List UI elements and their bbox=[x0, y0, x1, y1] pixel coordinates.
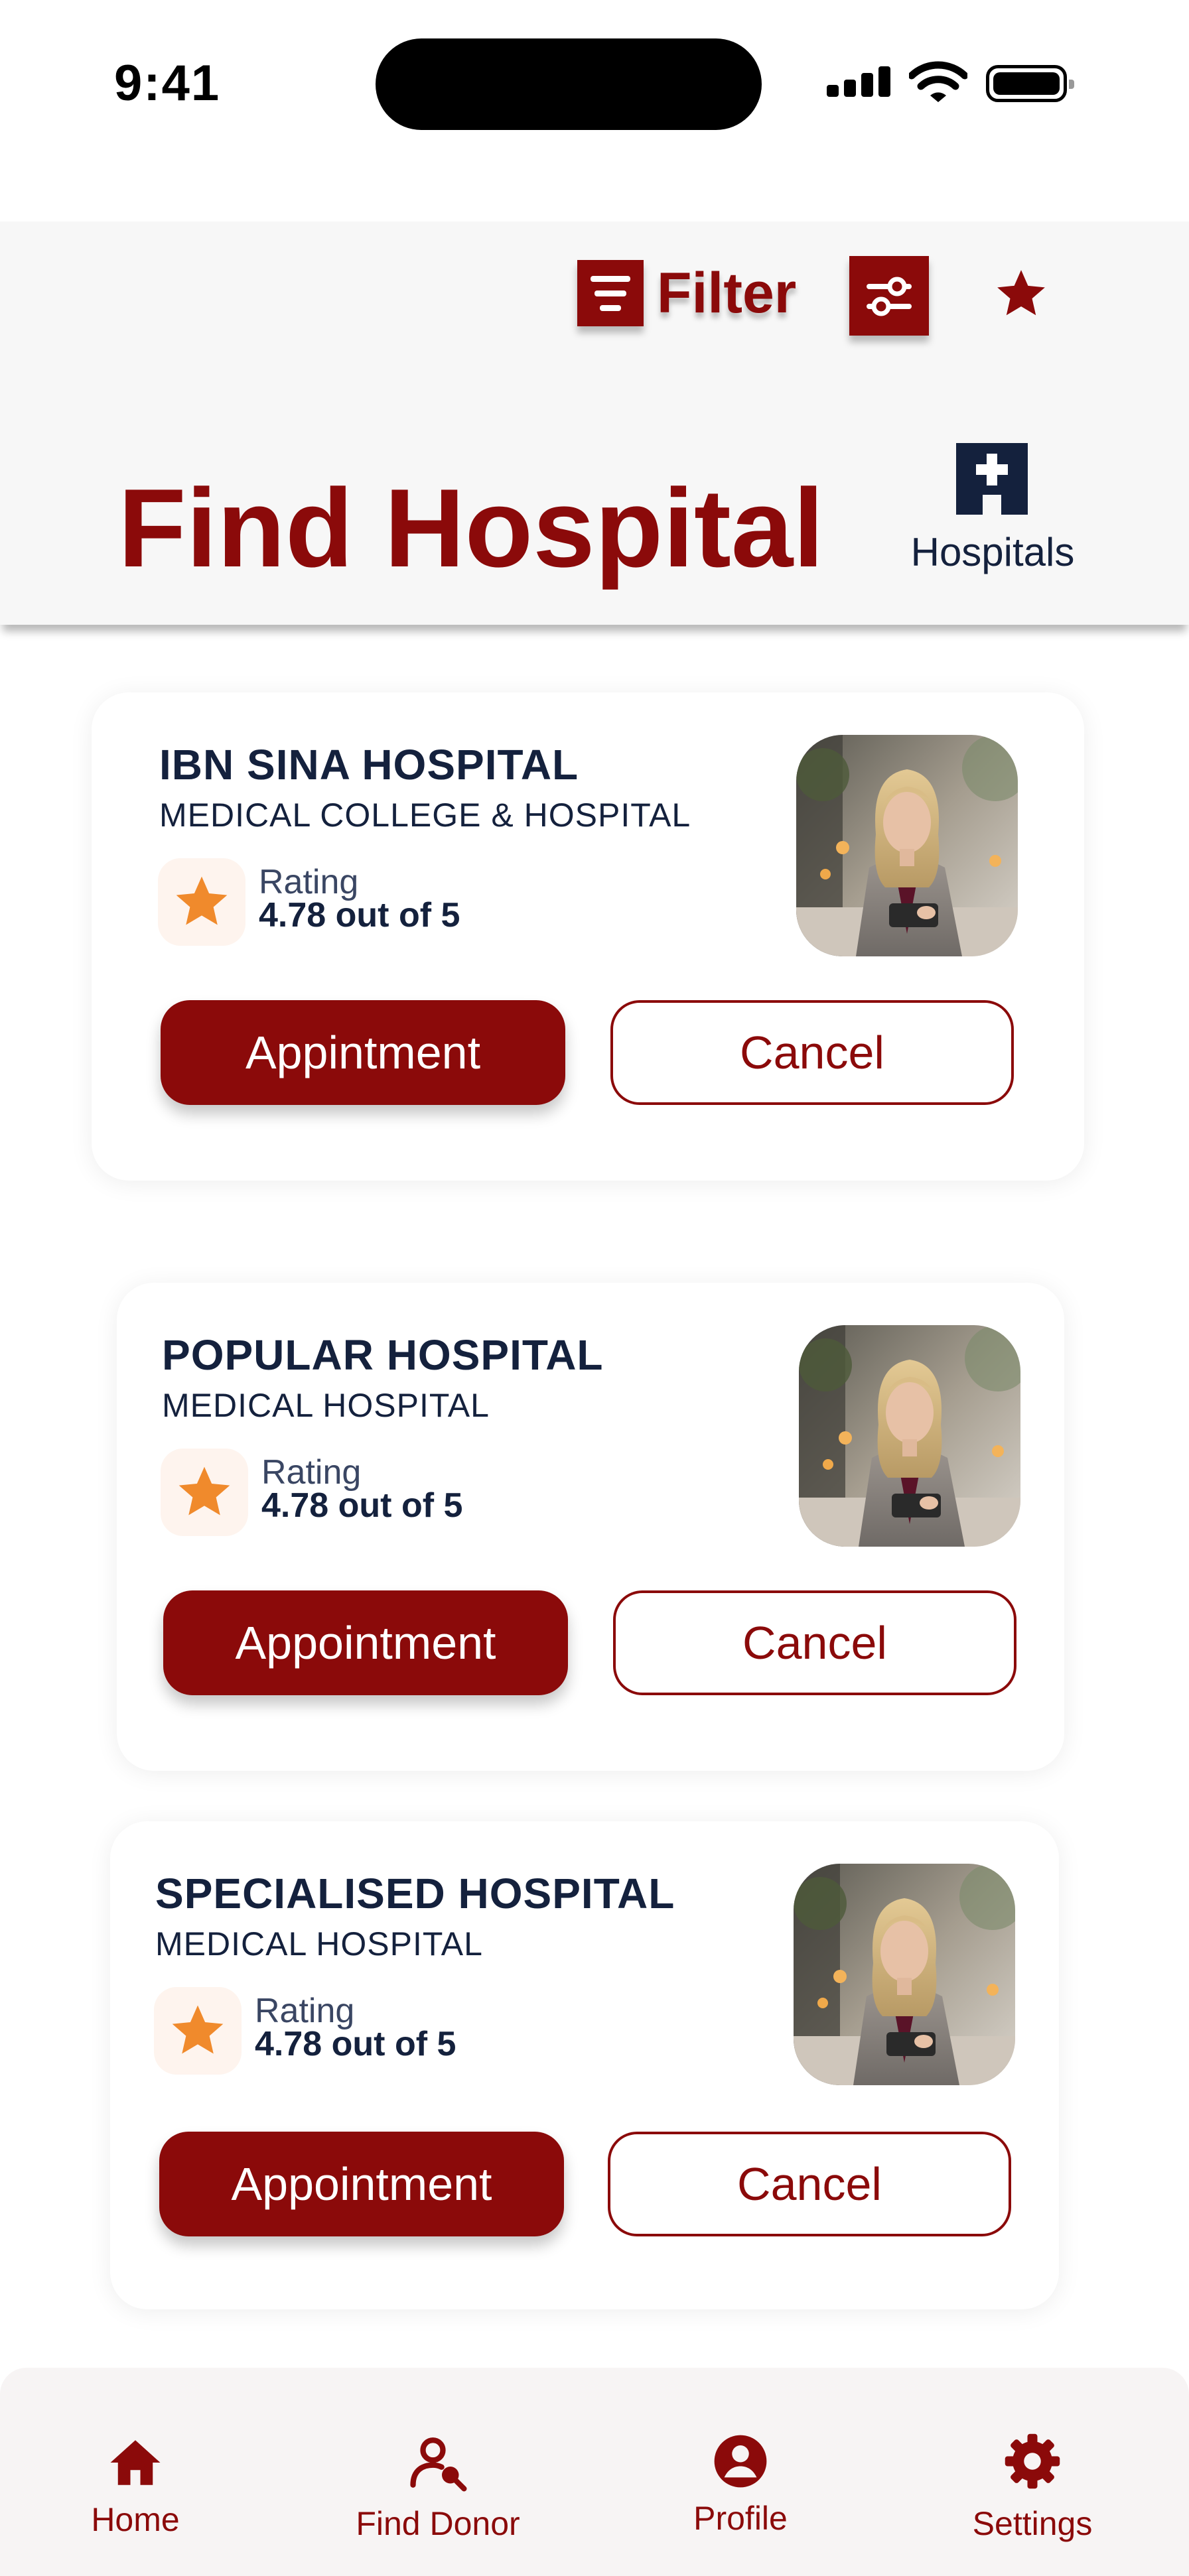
hospital-name: SPECIALISED HOSPITAL bbox=[155, 1870, 675, 1917]
dynamic-island bbox=[376, 38, 762, 130]
status-time: 9:41 bbox=[114, 55, 221, 111]
rating-badge bbox=[158, 858, 245, 946]
filter-label: Filter bbox=[657, 261, 797, 325]
signal-icon bbox=[827, 65, 893, 97]
hospital-card: POPULAR HOSPITAL MEDICAL HOSPITAL Rating… bbox=[117, 1283, 1064, 1771]
hospital-subtitle: MEDICAL COLLEGE & HOSPITAL bbox=[159, 797, 691, 834]
nav-find-donor[interactable]: Find Donor bbox=[338, 2368, 537, 2576]
star-icon bbox=[178, 1466, 230, 1515]
wifi-icon bbox=[909, 61, 967, 102]
nav-label: Profile bbox=[693, 2500, 788, 2537]
hospital-photo bbox=[799, 1325, 1020, 1547]
status-bar: 9:41 bbox=[0, 0, 1189, 172]
appointment-button[interactable]: Appointment bbox=[159, 2132, 564, 2236]
nav-settings[interactable]: Settings bbox=[933, 2368, 1132, 2576]
nav-profile[interactable]: Profile bbox=[641, 2368, 840, 2576]
hospital-card: IBN SINA HOSPITAL MEDICAL COLLEGE & HOSP… bbox=[92, 692, 1084, 1181]
rating-badge bbox=[154, 1987, 242, 2075]
bottom-nav: Home Find Donor Profile Settings bbox=[0, 2368, 1189, 2576]
star-icon bbox=[176, 876, 228, 925]
cancel-button[interactable]: Cancel bbox=[610, 1000, 1014, 1105]
star-icon bbox=[172, 2005, 224, 2054]
nav-label: Find Donor bbox=[356, 2505, 520, 2542]
sliders-button[interactable] bbox=[849, 256, 929, 336]
battery-icon bbox=[986, 65, 1074, 102]
hospital-subtitle: MEDICAL HOSPITAL bbox=[155, 1925, 483, 1963]
appointment-button[interactable]: Appointment bbox=[163, 1590, 568, 1695]
settings-icon bbox=[1005, 2433, 1060, 2489]
hospital-subtitle: MEDICAL HOSPITAL bbox=[162, 1387, 490, 1424]
appointment-button[interactable]: Appintment bbox=[161, 1000, 565, 1105]
nav-label: Home bbox=[91, 2501, 180, 2538]
cancel-button[interactable]: Cancel bbox=[608, 2132, 1011, 2236]
rating-value: 4.78 out of 5 bbox=[261, 1486, 463, 1525]
find-donor-icon bbox=[410, 2437, 467, 2492]
hospital-card: SPECIALISED HOSPITAL MEDICAL HOSPITAL Ra… bbox=[110, 1821, 1059, 2309]
sliders-icon bbox=[867, 277, 912, 316]
rating-badge bbox=[161, 1449, 248, 1536]
rating-value: 4.78 out of 5 bbox=[255, 2025, 456, 2063]
hospital-name: POPULAR HOSPITAL bbox=[162, 1331, 604, 1379]
cancel-button[interactable]: Cancel bbox=[613, 1590, 1016, 1695]
hospital-photo bbox=[794, 1864, 1015, 2085]
hospital-name: IBN SINA HOSPITAL bbox=[159, 741, 579, 789]
filter-button[interactable]: Filter bbox=[577, 259, 796, 328]
nav-home[interactable]: Home bbox=[36, 2368, 235, 2576]
profile-icon bbox=[714, 2435, 767, 2488]
hospital-icon[interactable] bbox=[953, 440, 1030, 517]
home-icon bbox=[110, 2440, 161, 2485]
hospital-photo bbox=[796, 735, 1018, 956]
hospitals-label[interactable]: Hospitals bbox=[902, 529, 1083, 575]
filter-icon bbox=[577, 260, 644, 326]
nav-label: Settings bbox=[972, 2505, 1093, 2542]
rating-value: 4.78 out of 5 bbox=[259, 896, 460, 934]
favorite-star-icon[interactable] bbox=[993, 265, 1050, 322]
page-title: Find Hospital bbox=[118, 466, 824, 590]
